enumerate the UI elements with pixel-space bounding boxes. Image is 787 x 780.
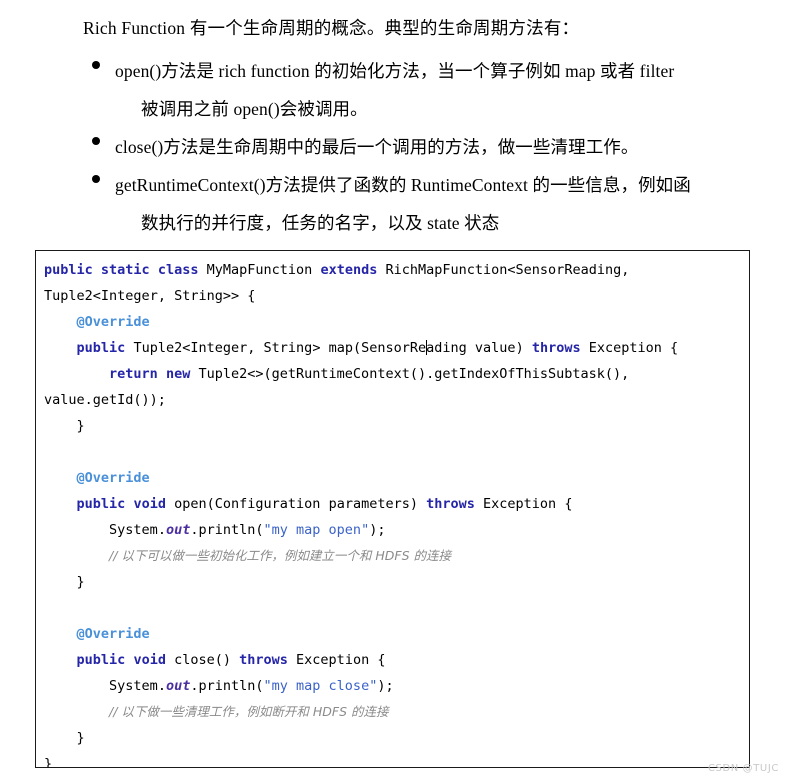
list-item: open()方法是 rich function 的初始化方法，当一个算子例如 m… <box>0 52 787 128</box>
list-item: close()方法是生命周期中的最后一个调用的方法，做一些清理工作。 <box>0 128 787 166</box>
code-line: public void close() throws Exception { <box>76 652 386 668</box>
code-line: @Override <box>76 470 150 486</box>
code-line: System.out.println("my map open"); <box>109 522 386 538</box>
code-block[interactable]: public static class MyMapFunction extend… <box>35 250 750 768</box>
code-line: } <box>44 418 85 434</box>
list-item-line: 数执行的并行度，任务的名字，以及 state 状态 <box>141 213 500 233</box>
text-caret <box>425 340 427 355</box>
code-line: return new Tuple2<>(getRuntimeContext().… <box>109 366 630 382</box>
code-line: public void open(Configuration parameter… <box>76 496 573 512</box>
intro-paragraph: Rich Function 有一个生命周期的概念。典型的生命周期方法有： <box>83 18 580 38</box>
code-line: public static class MyMapFunction extend… <box>44 262 630 278</box>
code-line: @Override <box>76 314 150 330</box>
bullet-list: open()方法是 rich function 的初始化方法，当一个算子例如 m… <box>0 52 787 242</box>
bullet-dot-icon <box>92 137 100 145</box>
code-line: } <box>44 730 85 746</box>
code-line: @Override <box>76 626 150 642</box>
code-line: public Tuple2<Integer, String> map(Senso… <box>76 340 679 356</box>
code-line: } <box>44 756 53 768</box>
code-line: // 以下做一些清理工作，例如断开和 HDFS 的连接 <box>109 704 389 719</box>
list-item-text: close()方法是生命周期中的最后一个调用的方法，做一些清理工作。 <box>115 128 752 166</box>
list-item-text: open()方法是 rich function 的初始化方法，当一个算子例如 m… <box>115 52 752 128</box>
list-item-text: getRuntimeContext()方法提供了函数的 RuntimeConte… <box>115 166 752 242</box>
code-line: System.out.println("my map close"); <box>109 678 394 694</box>
list-item: getRuntimeContext()方法提供了函数的 RuntimeConte… <box>0 166 787 242</box>
code-line: value.getId()); <box>44 392 166 408</box>
bullet-dot-icon <box>92 61 100 69</box>
list-item-line: close()方法是生命周期中的最后一个调用的方法，做一些清理工作。 <box>115 137 639 157</box>
code-content[interactable]: public static class MyMapFunction extend… <box>36 251 749 768</box>
list-item-line: getRuntimeContext()方法提供了函数的 RuntimeConte… <box>115 175 691 195</box>
code-line: } <box>44 574 85 590</box>
list-item-line: open()方法是 rich function 的初始化方法，当一个算子例如 m… <box>115 61 675 81</box>
watermark: CSDN @TUJC <box>707 763 779 774</box>
bullet-dot-icon <box>92 175 100 183</box>
code-line: // 以下可以做一些初始化工作，例如建立一个和 HDFS 的连接 <box>109 548 452 563</box>
code-line: Tuple2<Integer, String>> { <box>44 288 256 304</box>
list-item-line: 被调用之前 open()会被调用。 <box>141 99 368 119</box>
